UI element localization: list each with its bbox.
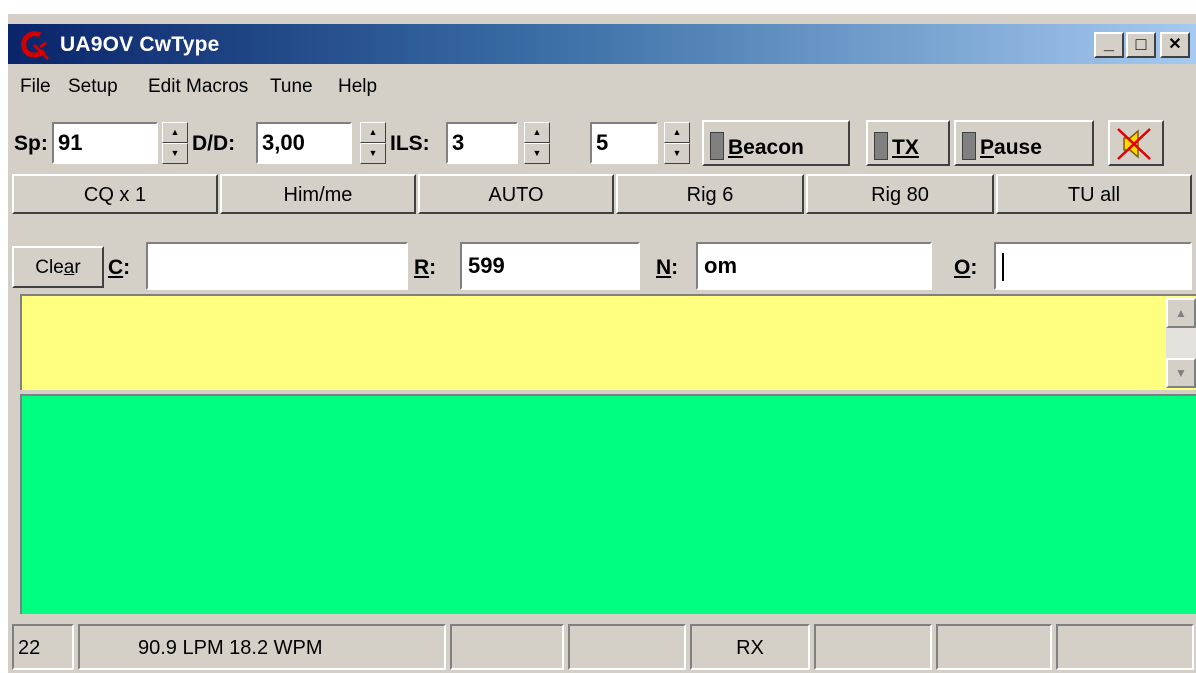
- minimize-icon: _: [1103, 33, 1114, 53]
- menu-edit-macros[interactable]: Edit Macros: [148, 76, 248, 98]
- pause-led-icon: [962, 132, 976, 160]
- ils-input[interactable]: 3: [446, 122, 518, 164]
- speed-spinner[interactable]: ▲ ▼: [162, 122, 188, 164]
- name-input[interactable]: om: [696, 242, 932, 290]
- status-panel-7: [936, 624, 1052, 670]
- spin-up-icon[interactable]: ▲: [524, 122, 550, 143]
- macro-rig80-button[interactable]: Rig 80: [806, 174, 994, 214]
- call-input[interactable]: [146, 242, 408, 290]
- maximize-button[interactable]: □: [1126, 32, 1156, 58]
- call-label: C:: [108, 256, 131, 279]
- dd-label: D/D:: [192, 132, 236, 155]
- window-title: UA9OV CwType: [60, 33, 220, 56]
- scroll-up-icon[interactable]: ▲: [1166, 298, 1196, 328]
- vertical-scrollbar[interactable]: ▲ ▼: [1166, 298, 1196, 388]
- speed-input[interactable]: 91: [52, 122, 158, 164]
- status-panel-3: [450, 624, 564, 670]
- scroll-down-icon[interactable]: ▼: [1166, 358, 1196, 388]
- status-panel-6: [814, 624, 932, 670]
- spin-down-icon[interactable]: ▼: [162, 143, 188, 164]
- title-bar[interactable]: UA9OV CwType _ □ ✕: [8, 24, 1196, 64]
- dd-input[interactable]: 3,00: [256, 122, 352, 164]
- spin-down-icon[interactable]: ▼: [524, 143, 550, 164]
- beacon-button[interactable]: Beacon: [702, 120, 850, 166]
- menu-tune[interactable]: Tune: [270, 76, 313, 98]
- status-mode: RX: [690, 624, 810, 670]
- other-label: O:: [954, 256, 978, 279]
- dd-spinner[interactable]: ▲ ▼: [360, 122, 386, 164]
- speaker-muted-icon: [1117, 128, 1151, 160]
- minimize-button[interactable]: _: [1094, 32, 1124, 58]
- menu-help[interactable]: Help: [338, 76, 377, 98]
- close-icon: ✕: [1168, 36, 1182, 53]
- status-panel-8: [1056, 624, 1194, 670]
- status-panel-4: [568, 624, 686, 670]
- clear-button[interactable]: Clear: [12, 246, 104, 288]
- speed-label: Sp:: [14, 132, 48, 155]
- rst-input[interactable]: 599: [460, 242, 640, 290]
- receive-text-area[interactable]: [20, 394, 1196, 614]
- macro-auto-button[interactable]: AUTO: [418, 174, 614, 214]
- macro-cq-button[interactable]: CQ x 1: [12, 174, 218, 214]
- toolbar: Sp: 91 ▲ ▼ D/D: 3,00 ▲ ▼ ILS: 3 ▲ ▼ 5 ▲ …: [8, 114, 1196, 170]
- ils-label: ILS:: [390, 132, 430, 155]
- mute-button[interactable]: [1108, 120, 1164, 166]
- status-bar: 22 90.9 LPM 18.2 WPM RX: [8, 620, 1196, 673]
- text-cursor: [1002, 253, 1004, 281]
- name-label: N:: [656, 256, 679, 279]
- qso-fields-row: Clear C: R: 599 N: om O:: [8, 236, 1196, 292]
- status-speed: 90.9 LPM 18.2 WPM: [78, 624, 446, 670]
- macro-tu-all-button[interactable]: TU all: [996, 174, 1192, 214]
- value-input[interactable]: 5: [590, 122, 658, 164]
- beacon-led-icon: [710, 132, 724, 160]
- macro-him-me-button[interactable]: Him/me: [220, 174, 416, 214]
- menu-file[interactable]: File: [20, 76, 51, 98]
- tx-led-icon: [874, 132, 888, 160]
- spin-up-icon[interactable]: ▲: [360, 122, 386, 143]
- app-logo-icon: [21, 31, 50, 61]
- macro-button-row: CQ x 1 Him/me AUTO Rig 6 Rig 80 TU all: [8, 174, 1196, 214]
- spin-up-icon[interactable]: ▲: [664, 122, 690, 143]
- pause-button[interactable]: Pause: [954, 120, 1094, 166]
- menu-setup[interactable]: Setup: [68, 76, 118, 98]
- maximize-icon: □: [1135, 34, 1147, 54]
- close-button[interactable]: ✕: [1160, 32, 1190, 58]
- other-input[interactable]: [994, 242, 1192, 290]
- transmit-text-area[interactable]: ▲ ▼: [20, 294, 1196, 390]
- rst-label: R:: [414, 256, 437, 279]
- spin-down-icon[interactable]: ▼: [360, 143, 386, 164]
- spin-up-icon[interactable]: ▲: [162, 122, 188, 143]
- ils-spinner[interactable]: ▲ ▼: [524, 122, 550, 164]
- macro-rig6-button[interactable]: Rig 6: [616, 174, 804, 214]
- status-count: 22: [12, 624, 74, 670]
- app-window: UA9OV CwType _ □ ✕ File Setup Edit Macro…: [8, 14, 1196, 673]
- spin-down-icon[interactable]: ▼: [664, 143, 690, 164]
- value-spinner[interactable]: ▲ ▼: [664, 122, 690, 164]
- tx-button[interactable]: TX: [866, 120, 950, 166]
